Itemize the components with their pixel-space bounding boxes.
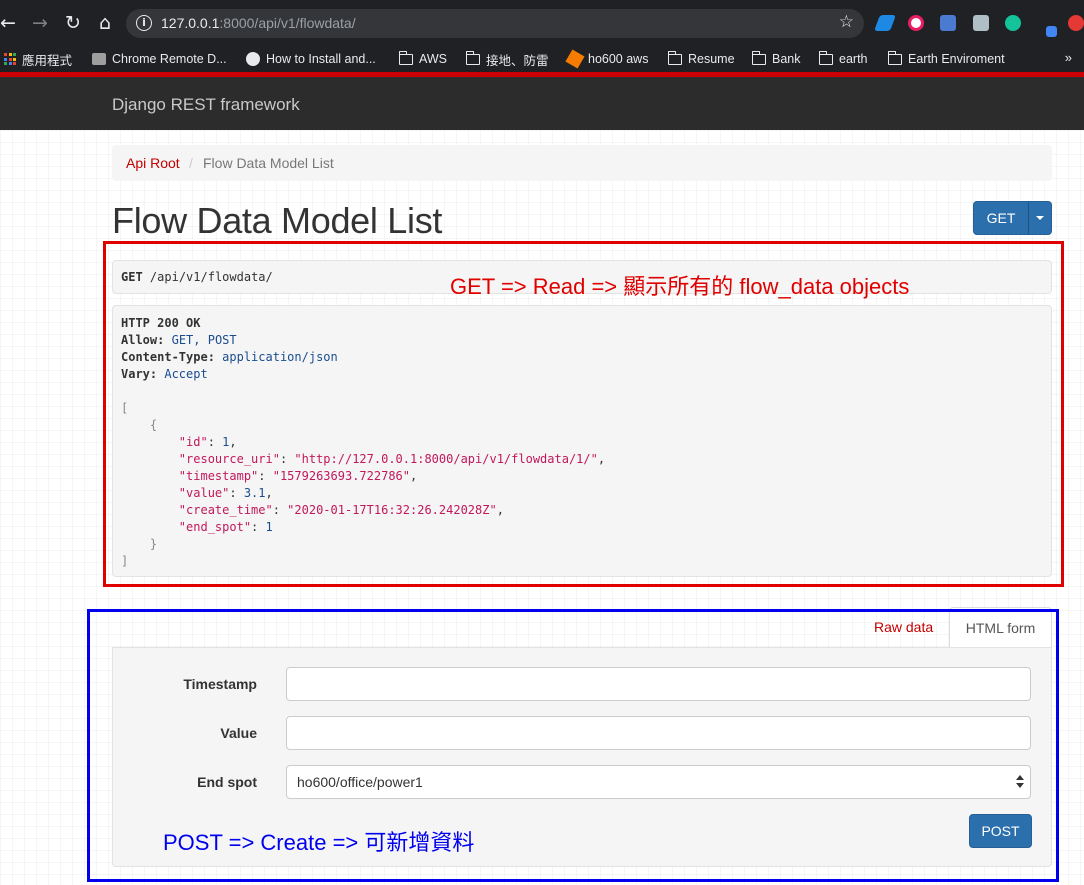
home-icon[interactable]: ⌂	[93, 11, 117, 35]
bookmark-grounding[interactable]: 接地、防雷	[465, 49, 549, 69]
get-button[interactable]: GET	[973, 201, 1052, 235]
profile-avatar[interactable]	[1068, 15, 1084, 31]
remote-desktop-icon	[92, 53, 106, 65]
get-button-label[interactable]: GET	[974, 202, 1028, 234]
globe-icon	[246, 52, 260, 66]
folder-icon	[887, 50, 902, 65]
aws-cube-icon	[565, 49, 585, 69]
extension-icon[interactable]	[940, 15, 956, 31]
extension-icon[interactable]	[874, 15, 896, 31]
address-bar[interactable]: i 127.0.0.1:8000/api/v1/flowdata/ ☆	[126, 9, 864, 38]
browser-toolbar: ← → ↻ ⌂ i 127.0.0.1:8000/api/v1/flowdata…	[0, 0, 1084, 46]
page-title: Flow Data Model List	[112, 200, 443, 241]
folder-icon	[398, 50, 413, 65]
url-text[interactable]: 127.0.0.1:8000/api/v1/flowdata/	[161, 15, 356, 31]
bookmark-ho600-aws[interactable]: ho600 aws	[565, 49, 648, 69]
breadcrumb-api-root[interactable]: Api Root	[126, 155, 180, 171]
bookmark-aws[interactable]: AWS	[398, 49, 447, 69]
extension-icon[interactable]	[973, 15, 989, 31]
bookmark-resume[interactable]: Resume	[667, 49, 735, 69]
forward-icon[interactable]: →	[28, 11, 52, 35]
bookmarks-overflow-icon[interactable]: »	[1065, 50, 1072, 65]
navbar-brand[interactable]: Django REST framework	[112, 95, 300, 115]
folder-icon	[667, 50, 682, 65]
grammarly-icon[interactable]	[1005, 15, 1021, 31]
chevron-down-icon[interactable]	[1036, 216, 1044, 220]
breadcrumb-current: Flow Data Model List	[203, 155, 334, 171]
folder-icon	[465, 50, 480, 65]
extension-icon[interactable]	[1046, 26, 1057, 37]
bookmark-earth-enviroment[interactable]: Earth Enviroment	[887, 49, 1005, 69]
breadcrumb-separator: /	[189, 155, 193, 171]
bookmark-apps[interactable]: 應用程式	[4, 49, 72, 69]
folder-icon	[751, 50, 766, 65]
bookmark-earth[interactable]: earth	[818, 49, 868, 69]
drf-navbar: Django REST framework	[0, 77, 1084, 130]
bookmark-chrome-remote[interactable]: Chrome Remote D...	[92, 49, 227, 69]
apps-grid-icon	[4, 53, 16, 65]
breadcrumb: Api Root / Flow Data Model List	[112, 145, 1052, 181]
bookmark-star-icon[interactable]: ☆	[839, 12, 854, 32]
bookmark-bank[interactable]: Bank	[751, 49, 801, 69]
bookmarks-bar: 應用程式 Chrome Remote D... How to Install a…	[0, 46, 1084, 72]
get-button-divider	[1028, 202, 1029, 234]
reload-icon[interactable]: ↻	[61, 11, 85, 35]
bookmark-how-to-install[interactable]: How to Install and...	[246, 49, 376, 69]
site-info-icon[interactable]: i	[136, 15, 152, 31]
folder-icon	[818, 50, 833, 65]
back-icon[interactable]: ←	[0, 11, 20, 35]
annotation-text-post: POST => Create => 可新增資料	[163, 830, 475, 855]
extension-icon[interactable]	[908, 15, 924, 31]
annotation-text-get: GET => Read => 顯示所有的 flow_data objects	[450, 274, 910, 299]
